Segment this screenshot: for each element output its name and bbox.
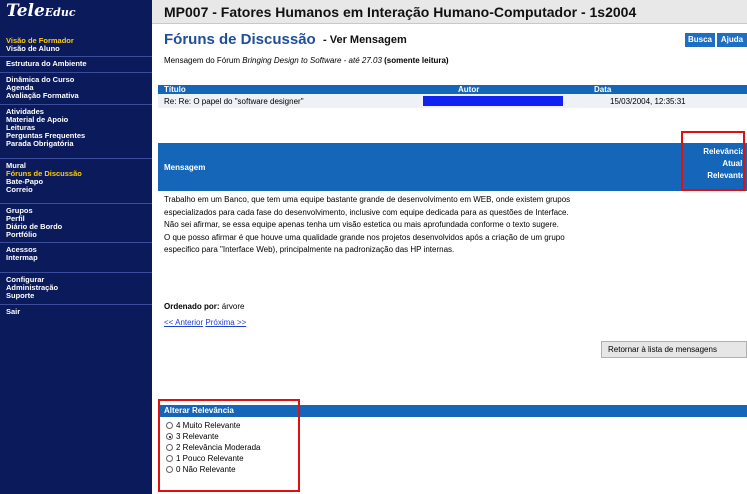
nav-divider <box>0 203 152 204</box>
previous-link[interactable]: << Anterior <box>164 318 203 327</box>
ordering: Ordenado por: árvore <box>164 302 244 311</box>
sidebar-item-grupos[interactable]: Grupos <box>6 207 150 215</box>
forum-mode: (somente leitura) <box>384 56 449 65</box>
nav-group: Sair <box>6 308 150 316</box>
forum-info: Mensagem do Fórum Bringing Design to Sof… <box>164 56 449 65</box>
message-title: Re: Re: O papel do "software designer" <box>164 97 304 106</box>
ordering-label: Ordenado por: <box>164 302 220 311</box>
message-header: Mensagem Relevância Atual: Relevante <box>158 143 747 191</box>
next-link[interactable]: Próxima >> <box>205 318 246 327</box>
nav-group: Configurar Administração Suporte <box>6 276 150 300</box>
nav-group: Dinâmica do Curso Agenda Avaliação Formati… <box>6 76 150 100</box>
sidebar: TeleEduc Visão de Formador Visão de Aluno… <box>0 0 152 494</box>
logo-text-tele: Tele <box>6 1 45 21</box>
teleduc-logo: TeleEduc <box>6 1 146 31</box>
message-line: O que posso afirmar é que houve uma qual… <box>164 232 565 242</box>
nav-group: Mural Fóruns de Discussão Bate-Papo Correio <box>6 162 150 194</box>
sidebar-item-portfolio[interactable]: Portfólio <box>6 231 150 239</box>
pager: << Anterior Próxima >> <box>164 318 246 327</box>
sidebar-item-intermap[interactable]: Intermap <box>6 254 150 262</box>
nav-divider <box>0 158 152 159</box>
course-header: MP007 - Fatores Humanos em Interação Hum… <box>152 0 747 24</box>
nav-group: Visão de Formador Visão de Aluno <box>6 37 150 53</box>
search-button[interactable]: Busca <box>685 33 715 47</box>
sidebar-item-sair[interactable]: Sair <box>6 308 150 316</box>
return-to-list-button[interactable]: Retornar à lista de mensagens <box>601 341 747 358</box>
forum-name: Bringing Design to Software - até 27.03 <box>242 56 382 65</box>
sidebar-item-avaliacao-formativa[interactable]: Avaliação Formativa <box>6 92 150 100</box>
forum-prefix: Mensagem do Fórum <box>164 56 243 65</box>
column-date: Data <box>594 85 612 94</box>
relevance-highlight-box <box>681 131 745 191</box>
message-body: Trabalho em um Banco, que tem uma equipe… <box>164 194 744 257</box>
message-date: 15/03/2004, 12:35:31 <box>610 97 686 106</box>
page-subtitle: - Ver Mensagem <box>323 34 407 46</box>
column-author: Autor <box>458 85 480 94</box>
sidebar-item-parada-obrigatoria[interactable]: Parada Obrigatória <box>6 140 150 148</box>
sidebar-item-estrutura-do-ambiente[interactable]: Estrutura do Ambiente <box>6 60 150 68</box>
sidebar-item-suporte[interactable]: Suporte <box>6 292 150 300</box>
sidebar-item-visao-de-aluno[interactable]: Visão de Aluno <box>6 45 150 53</box>
nav-divider <box>0 56 152 57</box>
nav-divider <box>0 272 152 273</box>
page-title: Fóruns de Discussão <box>164 31 316 48</box>
alter-relevance-highlight-box <box>158 399 300 492</box>
sidebar-item-correio[interactable]: Correio <box>6 186 150 194</box>
nav-divider <box>0 72 152 73</box>
course-title: MP007 - Fatores Humanos em Interação Hum… <box>164 4 637 20</box>
message-line: especifico para "Interface Web), princip… <box>164 245 455 255</box>
message-line: Trabalho em um Banco, que tem uma equipe… <box>164 195 571 204</box>
ordering-value: árvore <box>221 302 245 311</box>
nav-divider <box>0 304 152 305</box>
nav-group: Acessos Intermap <box>6 246 150 262</box>
column-title: Título <box>164 85 186 94</box>
logo-text-educ: Educ <box>44 6 76 19</box>
nav-group: Grupos Perfil Diário de Bordo Portfólio <box>6 207 150 239</box>
author-redacted <box>423 96 563 106</box>
message-line: Não sei afirmar, se essa equipe apenas t… <box>164 220 559 230</box>
nav-divider <box>0 242 152 243</box>
help-button[interactable]: Ajuda <box>717 33 747 47</box>
nav-divider <box>0 104 152 105</box>
nav-group: Estrutura do Ambiente <box>6 60 150 68</box>
nav-group: Atividades Material de Apoio Leituras Pergu… <box>6 108 150 148</box>
message-label: Mensagem <box>164 163 206 172</box>
message-line: especializados para cada fase do desenvo… <box>164 207 569 217</box>
message-table-header: Título Autor Data <box>158 85 747 94</box>
